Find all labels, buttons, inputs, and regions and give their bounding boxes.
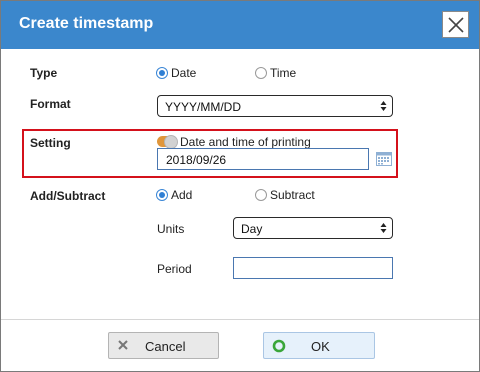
type-date-radio[interactable] <box>156 67 168 79</box>
dialog-title: Create timestamp <box>19 15 154 32</box>
add-radio[interactable] <box>156 189 168 201</box>
units-label: Units <box>157 222 185 236</box>
close-icon <box>448 17 464 33</box>
select-arrows-icon <box>380 101 387 111</box>
setting-label: Setting <box>30 136 71 150</box>
setting-date-field[interactable]: 2018/09/26 <box>157 148 369 170</box>
units-select-value: Day <box>241 222 263 236</box>
cancel-button-label: Cancel <box>145 339 186 354</box>
close-button[interactable] <box>442 11 469 38</box>
ok-button-label: OK <box>311 339 330 354</box>
select-arrows-icon <box>380 223 387 233</box>
print-date-toggle-label: Date and time of printing <box>180 135 311 149</box>
type-date-label: Date <box>171 66 197 80</box>
add-radio-label: Add <box>171 188 193 202</box>
print-date-toggle[interactable] <box>157 135 178 149</box>
footer-divider <box>1 319 479 320</box>
period-field[interactable] <box>233 257 393 279</box>
type-time-radio[interactable] <box>255 67 267 79</box>
format-label: Format <box>30 97 71 111</box>
cancel-x-icon <box>118 340 128 350</box>
period-label: Period <box>157 262 192 276</box>
subtract-radio[interactable] <box>255 189 267 201</box>
calendar-icon[interactable] <box>376 151 392 166</box>
format-select[interactable]: YYYY/MM/DD <box>157 95 393 117</box>
dialog-titlebar: Create timestamp <box>1 1 479 49</box>
subtract-radio-label: Subtract <box>270 188 315 202</box>
units-select[interactable]: Day <box>233 217 393 239</box>
add-subtract-label: Add/Subtract <box>30 189 106 203</box>
setting-date-value: 2018/09/26 <box>166 153 227 167</box>
cancel-button[interactable]: Cancel <box>108 332 219 359</box>
ok-button[interactable]: OK <box>263 332 375 359</box>
ok-circle-icon <box>272 339 286 353</box>
create-timestamp-dialog: Create timestamp Type Date Time Format Y… <box>0 0 480 372</box>
type-time-label: Time <box>270 66 297 80</box>
type-label: Type <box>30 66 58 80</box>
format-select-value: YYYY/MM/DD <box>165 100 242 114</box>
